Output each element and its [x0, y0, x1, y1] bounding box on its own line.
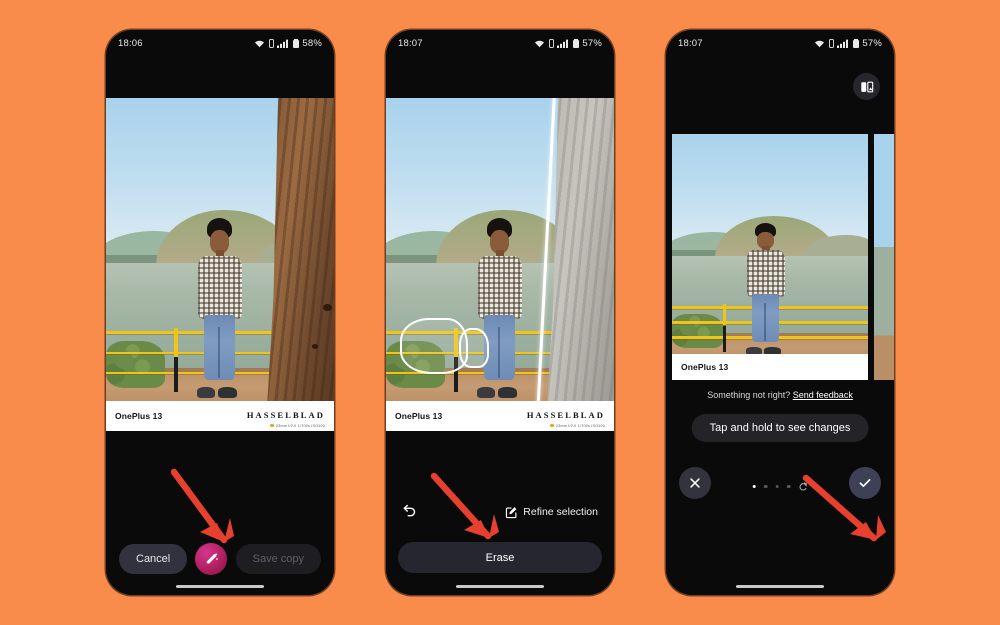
status-bar-2: 18:07 57%: [386, 30, 614, 56]
signal-bars-icon: [837, 39, 849, 48]
watermark-device: OnePlus 13: [681, 362, 729, 372]
confirm-button[interactable]: [849, 467, 881, 499]
home-indicator-1[interactable]: [176, 584, 264, 588]
compare-images-button[interactable]: [853, 73, 880, 100]
close-icon: [690, 478, 700, 488]
photo-frame-1[interactable]: OnePlus 13 HASSELBLAD 23mm f/2.0 1/700s …: [106, 98, 334, 431]
send-feedback-link[interactable]: Send feedback: [793, 390, 853, 400]
photo-frame-2[interactable]: OnePlus 13 HASSELBLAD 23mm f/2.0 1/700s …: [386, 98, 614, 431]
page-dot[interactable]: [752, 484, 757, 489]
magic-wand-icon: [206, 552, 218, 564]
hasselblad-brand: HASSELBLAD: [526, 409, 605, 420]
photo-with-selection: [386, 98, 614, 431]
phone-1-frame: 18:06 58% OnePlus 13 HASSELBLAD 23mm f/2…: [106, 30, 334, 595]
refine-selection-label: Refine selection: [523, 506, 598, 518]
screenshot-stage: 18:06 58% OnePlus 13 HASSELBLAD 23mm f/2…: [0, 0, 1000, 625]
cancel-button[interactable]: Cancel: [119, 544, 188, 574]
watermark-device: OnePlus 13: [395, 411, 443, 421]
check-icon: [859, 478, 871, 488]
signal-bars-icon: [277, 39, 289, 48]
signal-bars-icon: [557, 39, 569, 48]
sim-icon: [548, 38, 554, 48]
home-indicator-3[interactable]: [736, 584, 824, 588]
close-button[interactable]: [679, 467, 711, 499]
page-dots-indicator[interactable]: [752, 482, 808, 491]
page-dot[interactable]: [775, 484, 779, 489]
status-time: 18:07: [678, 37, 703, 49]
battery-percent: 57%: [582, 37, 602, 49]
exif-dot-icon: [270, 423, 274, 428]
refine-selection-button[interactable]: Refine selection: [505, 506, 598, 519]
status-icons: 57%: [814, 38, 882, 49]
erase-button[interactable]: Erase: [398, 542, 602, 573]
photo-original: [106, 98, 334, 431]
feedback-row: Something not right? Send feedback: [666, 390, 894, 400]
battery-icon: [292, 38, 299, 48]
watermark-exif-row: 23mm f/2.0 1/700s ISO100: [247, 424, 325, 428]
tap-and-hold-hint[interactable]: Tap and hold to see changes: [691, 414, 869, 442]
watermark-device: OnePlus 13: [115, 411, 163, 421]
person-subject: [743, 222, 790, 356]
wifi-icon: [815, 40, 825, 47]
undo-icon: [403, 504, 416, 517]
sim-icon: [268, 38, 274, 48]
battery-percent: 58%: [302, 37, 322, 49]
sim-icon: [828, 38, 834, 48]
wifi-icon: [255, 40, 265, 47]
phone-2-frame: 18:07 57% OnePlus 13 HASSELBLAD 23mm f/2…: [386, 30, 614, 595]
photo-watermark-2: OnePlus 13 HASSELBLAD 23mm f/2.0 1/700s …: [386, 401, 614, 431]
wifi-icon: [535, 40, 545, 47]
home-indicator-2[interactable]: [456, 584, 544, 588]
watermark-exif: 23mm f/2.0 1/700s ISO100: [556, 423, 605, 428]
next-photo-thumb: [874, 134, 894, 380]
status-time: 18:06: [118, 37, 143, 49]
controls-row-1: Cancel Save copy: [106, 543, 334, 575]
photo-watermark-1: OnePlus 13 HASSELBLAD 23mm f/2.0 1/700s …: [106, 401, 334, 431]
photo-frame-3[interactable]: OnePlus 13: [672, 134, 868, 380]
selection-outline-blob: [399, 317, 469, 375]
person-subject: [193, 217, 248, 398]
photo-watermark-3: OnePlus 13: [672, 354, 868, 380]
phone-3-frame: 18:07 57% OnePlus 13 Something not right…: [666, 30, 894, 595]
selection-outline-blob-small: [458, 327, 489, 368]
page-dot[interactable]: [764, 484, 768, 489]
status-icons: 58%: [254, 38, 322, 49]
compare-images-icon: [860, 81, 873, 92]
watermark-exif: 23mm f/2.0 1/700s ISO100: [276, 423, 325, 428]
next-photo-peek[interactable]: [874, 134, 894, 380]
status-bar-3: 18:07 57%: [666, 30, 894, 56]
battery-percent: 57%: [862, 37, 882, 49]
battery-icon: [572, 38, 579, 48]
person-subject: [473, 217, 528, 398]
watermark-exif-row: 23mm f/2.0 1/700s ISO100: [527, 424, 605, 428]
exif-dot-icon: [550, 423, 554, 428]
photo-result: [672, 134, 868, 380]
page-dot[interactable]: [786, 484, 791, 489]
battery-icon: [852, 38, 859, 48]
status-time: 18:07: [398, 37, 423, 49]
undo-button[interactable]: [402, 504, 417, 520]
watermark-brand-block: HASSELBLAD 23mm f/2.0 1/700s ISO100: [527, 405, 605, 428]
status-bar-1: 18:06 58%: [106, 30, 334, 56]
watermark-brand-block: HASSELBLAD 23mm f/2.0 1/700s ISO100: [247, 405, 325, 428]
status-icons: 57%: [534, 38, 602, 49]
refresh-icon[interactable]: [798, 482, 807, 491]
hasselblad-brand: HASSELBLAD: [246, 409, 325, 420]
save-copy-button[interactable]: Save copy: [235, 544, 321, 574]
magic-wand-button[interactable]: [195, 543, 228, 575]
tools-row-2: Refine selection: [386, 504, 614, 520]
feedback-prefix: Something not right?: [707, 390, 791, 400]
edit-square-icon: [506, 506, 517, 518]
